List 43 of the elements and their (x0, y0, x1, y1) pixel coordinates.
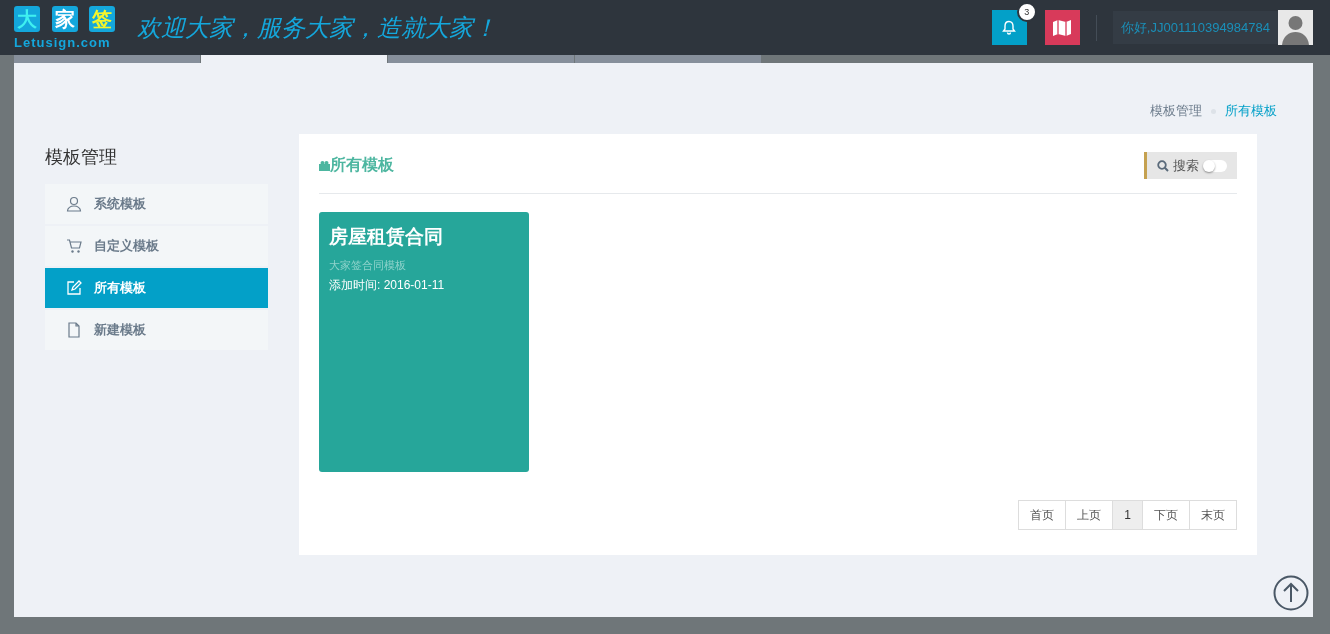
logo-character: 家 (51, 5, 78, 32)
toggle-switch[interactable] (1203, 159, 1227, 172)
card-title: 房屋租赁合同 (329, 225, 444, 249)
pagination-button[interactable]: 首页 (1018, 500, 1067, 530)
avatar-silhouette (1278, 10, 1313, 45)
sidebar-item[interactable]: 所有模板 (45, 268, 268, 308)
edit-icon (66, 280, 82, 296)
user-icon (66, 196, 82, 212)
map-button[interactable] (1044, 10, 1080, 45)
sidebar-item[interactable]: 新建模板 (45, 310, 268, 350)
document-icon (66, 322, 82, 338)
page-tab[interactable] (388, 55, 575, 63)
card-subtitle: 大家签合同模板 (329, 258, 407, 273)
notification-badge: 3 (1016, 2, 1037, 22)
logo-domain: Letusign.com (14, 34, 112, 50)
sidebar-title: 模板管理 (45, 146, 118, 169)
logo-character: 签 (89, 5, 115, 32)
bell-icon (1001, 19, 1018, 36)
card-date: 添加时间: 2016-01-11 (329, 277, 446, 294)
gift-icon (319, 160, 330, 171)
user-menu[interactable]: 你好,JJ001110394984784 (1112, 11, 1313, 44)
search-icon (1157, 159, 1169, 172)
template-card[interactable]: 房屋租赁合同 大家签合同模板 添加时间: 2016-01-11 (319, 212, 529, 472)
notification-button[interactable] (991, 10, 1027, 45)
user-greeting: 你好,JJ001110394984784 (1119, 18, 1271, 37)
page-tab[interactable] (201, 55, 388, 63)
sidebar-item[interactable]: 自定义模板 (45, 226, 268, 266)
pagination-button[interactable]: 1 (1112, 500, 1143, 530)
slogan: 欢迎大家，服务大家，造就大家！ (137, 12, 497, 44)
pagination-button[interactable]: 上页 (1065, 500, 1114, 530)
page-tab[interactable] (14, 55, 201, 63)
scroll-top-icon[interactable] (1273, 575, 1309, 611)
pagination-button[interactable]: 下页 (1142, 500, 1190, 530)
breadcrumb-link[interactable]: 所有模板 (1225, 102, 1277, 120)
breadcrumb-link[interactable]: 模板管理 (1150, 102, 1202, 120)
sidebar-item[interactable]: 系统模板 (45, 184, 268, 224)
pagination-button[interactable]: 末页 (1189, 500, 1237, 530)
search-toggle[interactable]: 搜索 (1144, 152, 1237, 179)
map-icon (1052, 18, 1073, 37)
cart-icon (66, 238, 82, 254)
panel-title: 所有模板 (330, 155, 394, 175)
logo-character: 大 (14, 5, 40, 32)
page-tab[interactable] (575, 55, 762, 63)
